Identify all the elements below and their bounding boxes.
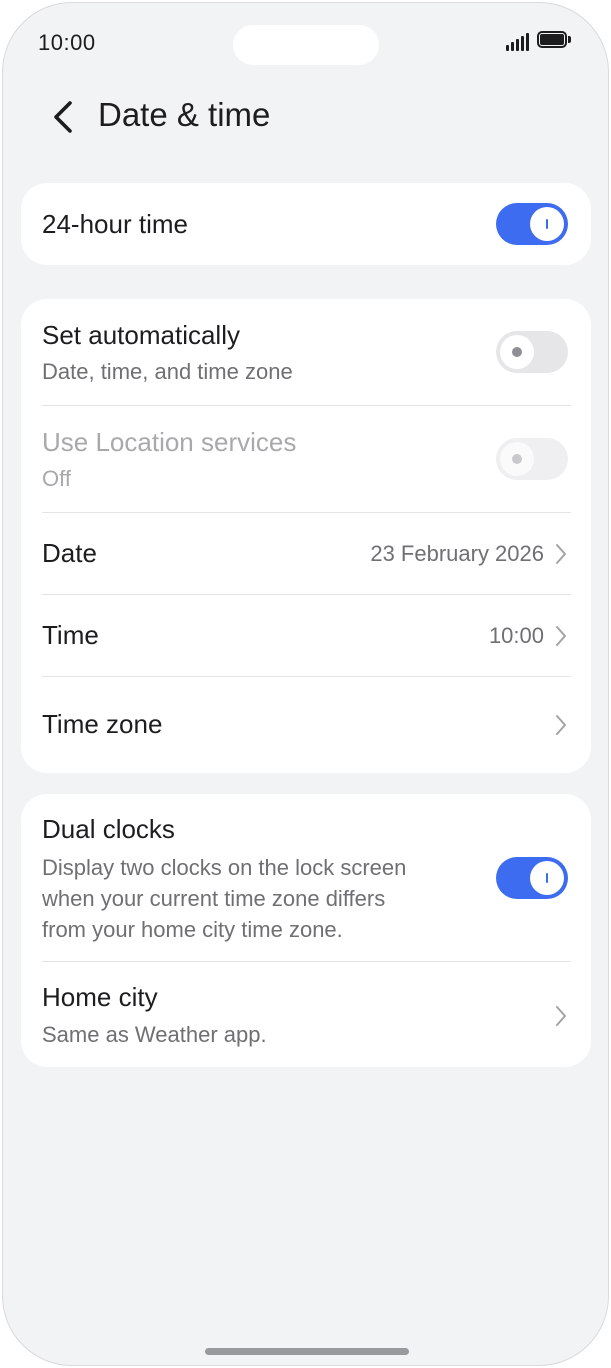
dual-clocks-row[interactable]: Dual clocks Display two clocks on the lo… bbox=[21, 794, 591, 960]
time-value: 10:00 bbox=[488, 623, 544, 648]
hour-format-toggle[interactable] bbox=[496, 203, 568, 245]
set-automatically-label: Set automatically bbox=[42, 320, 240, 350]
status-time: 10:00 bbox=[38, 30, 96, 55]
home-city-label: Home city bbox=[42, 982, 158, 1012]
chevron-right-icon bbox=[556, 1006, 566, 1026]
hour-format-row[interactable]: 24-hour time bbox=[21, 183, 591, 265]
chevron-right-icon bbox=[556, 626, 566, 646]
date-row[interactable]: Date 23 February 2026 bbox=[21, 513, 591, 594]
location-services-row[interactable]: Use Location services Off bbox=[21, 406, 591, 512]
time-zone-row[interactable]: Time zone bbox=[21, 677, 591, 773]
hour-format-label: 24-hour time bbox=[42, 209, 188, 239]
time-label: Time bbox=[42, 620, 99, 650]
location-services-subtitle: Off bbox=[42, 466, 71, 491]
dual-clocks-description-line-3: from your home city time zone. bbox=[42, 917, 343, 942]
time-row[interactable]: Time 10:00 bbox=[21, 595, 591, 676]
set-automatically-row[interactable]: Set automatically Date, time, and time z… bbox=[21, 299, 591, 405]
location-services-toggle[interactable] bbox=[496, 438, 568, 480]
battery-full-icon bbox=[537, 31, 571, 48]
home-city-subtitle: Same as Weather app. bbox=[42, 1022, 267, 1047]
automatic-settings-card: Set automatically Date, time, and time z… bbox=[21, 299, 591, 773]
set-automatically-toggle[interactable] bbox=[496, 331, 568, 373]
hour-format-card: 24-hour time bbox=[21, 183, 591, 265]
dual-clocks-card: Dual clocks Display two clocks on the lo… bbox=[21, 794, 591, 1067]
dual-clocks-description-line-2: when your current time zone differs bbox=[42, 886, 386, 911]
chevron-right-icon bbox=[556, 544, 566, 564]
time-zone-label: Time zone bbox=[42, 709, 163, 739]
set-automatically-subtitle: Date, time, and time zone bbox=[42, 359, 293, 384]
location-services-label: Use Location services bbox=[42, 427, 297, 457]
cellular-signal-icon bbox=[506, 33, 531, 51]
dual-clocks-label: Dual clocks bbox=[42, 814, 175, 844]
chevron-right-icon bbox=[556, 715, 566, 735]
dual-clocks-description-line-1: Display two clocks on the lock screen bbox=[42, 855, 407, 880]
home-indicator[interactable] bbox=[205, 1348, 409, 1355]
date-label: Date bbox=[42, 538, 97, 568]
chevron-left-icon[interactable] bbox=[49, 99, 79, 135]
date-value: 23 February 2026 bbox=[370, 541, 544, 566]
page-title: Date & time bbox=[98, 96, 271, 133]
home-city-row[interactable]: Home city Same as Weather app. bbox=[21, 962, 591, 1067]
camera-notch bbox=[233, 25, 379, 65]
phone-screen: 10:00 Date & time 24-hour time Set autom… bbox=[2, 2, 609, 1366]
dual-clocks-toggle[interactable] bbox=[496, 857, 568, 899]
